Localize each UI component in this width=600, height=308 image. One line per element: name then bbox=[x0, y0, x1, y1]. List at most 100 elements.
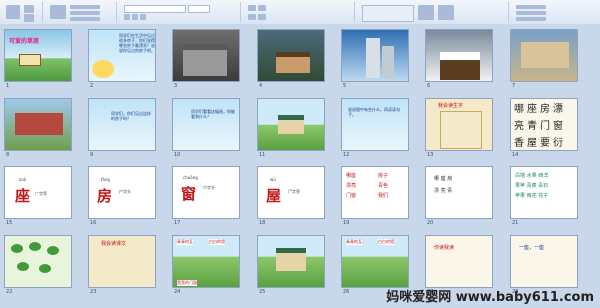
slide-thumbnail-13[interactable]: 我会读生字 bbox=[425, 98, 493, 151]
house-shape bbox=[19, 54, 41, 66]
photo-castle bbox=[521, 42, 569, 68]
sun-shape bbox=[92, 60, 114, 78]
lotus-leaf-shape bbox=[39, 264, 51, 273]
slide-number: 16 bbox=[90, 220, 97, 226]
slide-thumbnail-3[interactable] bbox=[172, 29, 240, 82]
slide-number: 24 bbox=[174, 289, 181, 295]
slide-number: 21 bbox=[512, 220, 519, 226]
paste-icon[interactable] bbox=[6, 5, 20, 19]
slide-thumbnail-18[interactable]: wū 屋 尸字旁 bbox=[257, 166, 325, 219]
word: 漂亮 bbox=[346, 183, 357, 189]
new-slide-icon[interactable] bbox=[50, 5, 66, 19]
word-grid: 白墙 水果 西洋 果苹 青菜 青石 苹果 雨花 花子 bbox=[515, 171, 577, 201]
slide-title: 我会读课文 bbox=[101, 241, 127, 247]
select-button[interactable] bbox=[516, 17, 546, 21]
radical-hint: 穴字头 bbox=[203, 185, 215, 190]
slide-thumbnail-25[interactable] bbox=[257, 235, 325, 288]
word: 水果 bbox=[526, 173, 537, 179]
slide-text: 说说图中有些什么，再读读句子。 bbox=[348, 107, 400, 117]
slide-thumbnail-26[interactable]: 青青的瓦 白白的墙 bbox=[341, 235, 409, 288]
cut-icon[interactable] bbox=[24, 5, 34, 13]
slide-text: 你读我读 bbox=[434, 245, 455, 251]
word-column: 房子 青色 我们 bbox=[378, 171, 406, 201]
slide-thumbnail-5[interactable] bbox=[341, 29, 409, 82]
bold-icon[interactable] bbox=[124, 14, 130, 20]
find-button[interactable] bbox=[516, 5, 546, 9]
pinyin: zuò bbox=[19, 177, 27, 182]
slide-thumbnail-8[interactable] bbox=[4, 98, 72, 151]
word: 房子 bbox=[378, 173, 389, 179]
slide-thumbnail-2[interactable]: 同学们在生活中见过很多房子，你们觉得哪些房子最漂亮？说说你见过的房子吧。 bbox=[88, 29, 156, 82]
ribbon bbox=[0, 0, 600, 25]
radical-hint: 广字旁 bbox=[35, 191, 47, 196]
slide-thumbnail-6[interactable] bbox=[425, 29, 493, 82]
layout-button[interactable] bbox=[70, 5, 100, 9]
word: 哪座 bbox=[346, 173, 357, 179]
slide-thumbnail-24[interactable]: 青青的瓦 白白的墙 宽宽的门窗 bbox=[172, 235, 240, 288]
slide-number: 20 bbox=[427, 220, 434, 226]
slide-thumbnail-23[interactable]: 我会读课文 bbox=[88, 235, 156, 288]
photo-building bbox=[366, 38, 380, 78]
slide-thumbnail-14[interactable]: 哪座房漂 亮青门窗 香屋要衍 bbox=[510, 98, 578, 151]
replace-button[interactable] bbox=[516, 11, 546, 15]
font-name-select[interactable] bbox=[124, 5, 186, 13]
slide-thumbnail-10[interactable]: 同学们看看这幅画，你能看到什么？ bbox=[172, 98, 240, 151]
char-line: 香屋要衍 bbox=[514, 138, 566, 149]
slide-thumbnail-19[interactable]: 哪座 漂亮 门窗 房子 青色 我们 bbox=[341, 166, 409, 219]
lotus-leaf-shape bbox=[29, 242, 41, 251]
slide-number: 7 bbox=[512, 83, 516, 89]
photo-snow-house bbox=[440, 52, 480, 80]
slide-thumbnail-22[interactable] bbox=[4, 235, 72, 288]
italic-icon[interactable] bbox=[132, 14, 138, 20]
radical-hint: 尸字旁 bbox=[288, 189, 300, 194]
underline-icon[interactable] bbox=[140, 14, 146, 20]
bullets-icon[interactable] bbox=[248, 5, 256, 11]
align-left-icon[interactable] bbox=[248, 14, 256, 20]
word: 房 bbox=[447, 176, 453, 182]
font-size-select[interactable] bbox=[188, 5, 210, 13]
label: 青青的瓦 bbox=[346, 239, 362, 245]
pinyin: fáng bbox=[101, 177, 110, 182]
slide-thumbnail-28[interactable]: 一座，一座 bbox=[510, 235, 578, 288]
align-center-icon[interactable] bbox=[258, 14, 266, 20]
word: 雨花 bbox=[526, 193, 537, 199]
slide-thumbnail-21[interactable]: 白墙 水果 西洋 果苹 青菜 青石 苹果 雨花 花子 bbox=[510, 166, 578, 219]
ribbon-group-drawing bbox=[358, 2, 509, 22]
word: 座 bbox=[440, 176, 446, 182]
reset-button[interactable] bbox=[70, 11, 100, 15]
delete-button[interactable] bbox=[70, 17, 100, 21]
slide-thumbnail-9[interactable]: 同学们，你们见过这样的房子吗？ bbox=[88, 98, 156, 151]
slide-thumbnail-20[interactable]: 哪 座 房 漂 亮 青 bbox=[425, 166, 493, 219]
word: 亮 bbox=[440, 188, 446, 194]
quick-styles-icon[interactable] bbox=[438, 5, 454, 20]
slide-thumbnail-27[interactable]: 你读我读 bbox=[425, 235, 493, 288]
label: 宽宽的门窗 bbox=[177, 280, 197, 286]
cartoon-house bbox=[276, 248, 306, 271]
word-box bbox=[440, 111, 482, 149]
slide-thumbnail-4[interactable] bbox=[257, 29, 325, 82]
ribbon-group-slides bbox=[46, 2, 117, 22]
numbering-icon[interactable] bbox=[258, 5, 266, 11]
word: 花子 bbox=[538, 193, 549, 199]
copy-icon[interactable] bbox=[24, 14, 34, 22]
label: 青青的瓦 bbox=[177, 239, 193, 245]
slide-thumbnail-11[interactable] bbox=[257, 98, 325, 151]
slide-number: 17 bbox=[174, 220, 181, 226]
shapes-gallery[interactable] bbox=[362, 5, 414, 22]
slide-thumbnail-15[interactable]: zuò 座 广字旁 bbox=[4, 166, 72, 219]
slide-number: 18 bbox=[259, 220, 266, 226]
slide-thumbnail-7[interactable] bbox=[510, 29, 578, 82]
slide-number: 9 bbox=[90, 152, 94, 158]
slide-thumbnail-17[interactable]: chuāng 窗 穴字头 bbox=[172, 166, 240, 219]
big-char: 房 bbox=[97, 187, 113, 205]
slide-number: 10 bbox=[174, 152, 181, 158]
pinyin: wū bbox=[270, 177, 276, 182]
slide-thumbnail-12[interactable]: 说说图中有些什么，再读读句子。 bbox=[341, 98, 409, 151]
slide-thumbnail-1[interactable]: 可爱的草原 bbox=[4, 29, 72, 82]
slide-number: 2 bbox=[90, 83, 94, 89]
slide-thumbnail-16[interactable]: fáng 房 户字头 bbox=[88, 166, 156, 219]
word: 果苹 bbox=[515, 183, 526, 189]
slide-title: 可爱的草原 bbox=[9, 38, 40, 45]
word: 漂 bbox=[434, 188, 440, 194]
arrange-icon[interactable] bbox=[418, 5, 434, 20]
